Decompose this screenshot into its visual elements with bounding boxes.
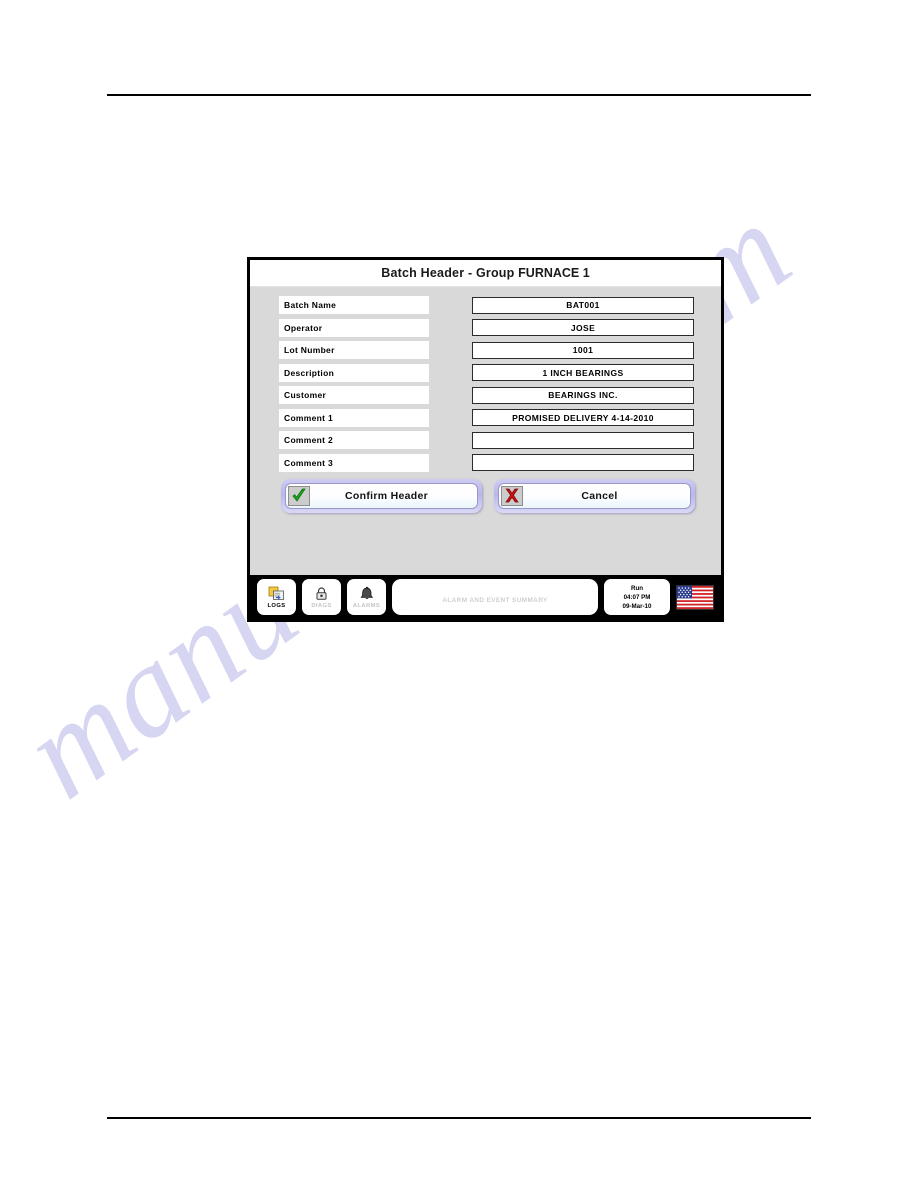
toolbar-button-alarms[interactable]: ALARMS — [347, 579, 386, 615]
input-customer[interactable]: BEARINGS INC. — [472, 386, 694, 404]
input-description[interactable]: 1 INCH BEARINGS — [472, 364, 694, 381]
field-row-comment-2: Comment 2 — [279, 431, 703, 449]
us-flag-icon[interactable] — [676, 584, 714, 610]
page-footer-rule — [107, 1117, 811, 1119]
page-title-group: FURNACE 1 — [518, 266, 590, 280]
alarm-summary-label: ALARM AND EVENT SUMMARY — [442, 597, 548, 604]
field-row-description: Description 1 INCH BEARINGS — [279, 363, 703, 382]
alarm-and-event-summary-bar[interactable]: ALARM AND EVENT SUMMARY — [392, 579, 598, 615]
input-comment-1[interactable]: PROMISED DELIVERY 4-14-2010 — [472, 409, 694, 426]
toolbar-button-diags[interactable]: DIAGS — [302, 579, 341, 615]
toolbar-label-logs: LOGS — [267, 603, 286, 609]
label-lot-number: Lot Number — [279, 341, 429, 359]
input-operator[interactable]: JOSE — [472, 319, 694, 336]
green-check-icon — [288, 485, 310, 506]
cancel-button-face: Cancel — [498, 482, 691, 509]
field-row-operator: Operator JOSE — [279, 318, 703, 337]
label-batch-name: Batch Name — [279, 296, 429, 314]
confirm-header-button[interactable]: Confirm Header — [281, 478, 482, 513]
field-row-lot-number: Lot Number 1001 — [279, 341, 703, 359]
page-title-main: Batch Header - Group — [381, 266, 519, 280]
label-description: Description — [279, 363, 429, 382]
batch-header-form: Batch Name BAT001 Operator JOSE Lot Numb… — [250, 287, 721, 559]
status-mode: Run — [630, 584, 644, 592]
logs-icon — [268, 585, 285, 602]
form-actions: Confirm Header Cancel — [279, 478, 703, 513]
field-row-batch-name: Batch Name BAT001 — [279, 296, 703, 314]
status-display[interactable]: Run 04:07 PM 09-Mar-10 — [604, 579, 670, 615]
input-comment-2[interactable] — [472, 431, 694, 449]
confirm-header-label: Confirm Header — [345, 489, 428, 502]
label-comment-2: Comment 2 — [279, 431, 429, 449]
cancel-label: Cancel — [581, 489, 618, 502]
lock-icon — [314, 585, 329, 602]
label-comment-3: Comment 3 — [279, 453, 429, 472]
page-header-rule — [107, 94, 811, 96]
toolbar-button-logs[interactable]: LOGS — [257, 579, 296, 615]
bell-icon — [359, 585, 375, 602]
cancel-button[interactable]: Cancel — [494, 478, 695, 513]
red-x-icon — [501, 485, 523, 506]
input-lot-number[interactable]: 1001 — [472, 341, 694, 359]
status-date: 09-Mar-10 — [622, 602, 652, 610]
field-row-comment-3: Comment 3 — [279, 453, 703, 472]
field-row-customer: Customer BEARINGS INC. — [279, 386, 703, 404]
label-comment-1: Comment 1 — [279, 408, 429, 427]
batch-header-screen: Batch Header - Group FURNACE 1 Batch Nam… — [247, 257, 724, 622]
confirm-header-button-face: Confirm Header — [285, 482, 478, 509]
field-row-comment-1: Comment 1 PROMISED DELIVERY 4-14-2010 — [279, 408, 703, 427]
label-customer: Customer — [279, 386, 429, 404]
input-comment-3[interactable] — [472, 454, 694, 471]
label-operator: Operator — [279, 318, 429, 337]
toolbar-label-diags: DIAGS — [311, 603, 332, 609]
input-batch-name[interactable]: BAT001 — [472, 296, 694, 314]
screen-titlebar: Batch Header - Group FURNACE 1 — [250, 260, 721, 287]
status-time: 04:07 PM — [623, 593, 651, 601]
toolbar-label-alarms: ALARMS — [352, 603, 381, 609]
device-toolbar: LOGS DIAGS ALARMS ALARM AND EVENT SUMMAR… — [250, 575, 721, 619]
page-title: Batch Header - Group FURNACE 1 — [381, 266, 589, 280]
